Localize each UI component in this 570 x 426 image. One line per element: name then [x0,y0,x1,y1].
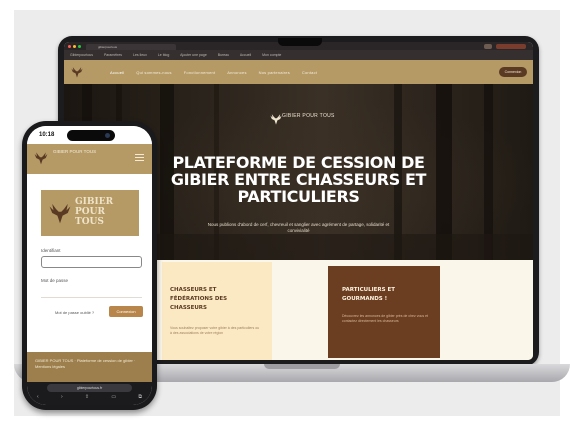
gourmets-card-text: Découvrez les annonces de gibier près de… [342,314,428,323]
bookmark-item[interactable]: Les lieux [133,53,147,57]
bookmark-item[interactable]: Paramètres [104,53,122,57]
extensions-icon[interactable] [484,44,492,49]
bookmark-item[interactable]: Ajouter une page [180,53,207,57]
minimize-window-icon[interactable] [73,45,76,48]
maximize-window-icon[interactable] [78,45,81,48]
profile-button[interactable] [496,44,526,49]
nav-link-about[interactable]: Qui sommes-nous [136,70,171,75]
bookmark-item[interactable]: Mon compte [262,53,281,57]
bookmark-item[interactable]: Gibierpourtous [70,53,93,57]
forward-icon[interactable]: › [61,394,63,400]
gourmets-card[interactable]: PARTICULIERS ET GOURMANDS ! Découvrez le… [328,266,440,358]
nav-link-contact[interactable]: Contact [302,70,317,75]
hunters-card-title: CHASSEURS ET FÉDÉRATIONS DES CHASSEURS [170,287,228,311]
bookmark-item[interactable]: Le blog [158,53,169,57]
laptop-trackpad-lip [264,364,340,369]
phone-footer-text: GIBIER POUR TOUS · Plateforme de cession… [35,358,136,369]
phone-url-field[interactable]: gibierpourtous.fr [47,384,132,392]
hunters-card[interactable]: CHASSEURS ET FÉDÉRATIONS DES CHASSEURS V… [162,262,272,360]
bookmark-item[interactable]: Bureau [218,53,229,57]
nav-link-partners[interactable]: Nos partenaires [259,70,290,75]
deer-logo-icon [270,114,282,125]
laptop-camera-notch [278,38,322,46]
phone-clock: 10:18 [39,132,55,138]
bookmarks-bar: Gibierpourtous Paramètres Les lieux Le b… [64,50,533,60]
password-input[interactable] [41,286,142,298]
hero-subtitle: Nous publions d'abord de cerf, chevreuil… [207,222,390,233]
phone-logo-text: GIBIER POUR TOUS [75,197,114,227]
hero-brand: GIBIER POUR TOUS [282,113,335,119]
hero-title: PLATEFORME DE CESSION DE GIBIER ENTRE CH… [170,153,427,206]
hamburger-menu-icon[interactable] [135,154,144,162]
nav-links: Accueil Qui sommes-nous Fonctionnement A… [110,60,317,84]
close-window-icon[interactable] [68,45,71,48]
deer-logo-icon[interactable] [33,150,49,166]
bookmarks-icon[interactable]: ▭ [111,394,116,400]
phone-status-bar: 10:18 [27,126,152,144]
phone-browser-toolbar: ‹ › ⇪ ▭ ⧉ [37,394,142,400]
phone-site-header: GIBIER POUR TOUS [27,144,152,174]
deer-logo-icon [49,203,71,224]
phone-screen: 10:18 GIBIER POUR TOUS GIBIER POUR TOUS … [27,126,152,405]
phone-header-brand: GIBIER POUR TOUS [53,149,97,154]
front-camera-icon [105,133,110,138]
gourmets-card-title: PARTICULIERS ET GOURMANDS ! [342,287,395,302]
back-icon[interactable]: ‹ [37,394,39,400]
phone-login-button[interactable]: Connexion [109,306,143,317]
tabs-icon[interactable]: ⧉ [138,394,142,400]
nav-link-home[interactable]: Accueil [110,70,124,75]
forgot-password-link[interactable]: Mot de passe oublié ? [55,310,94,315]
browser-tab-title: gibierpourtous [98,45,118,49]
login-button[interactable]: Connexion [499,67,527,77]
username-input[interactable] [41,256,142,268]
hunters-card-text: Vous souhaitez proposer votre gibier à d… [170,326,260,335]
deer-logo-icon[interactable] [70,65,84,79]
password-label: Mot de passe [41,278,69,283]
phone-logo-banner: GIBIER POUR TOUS [41,190,139,236]
nav-link-listings[interactable]: Annonces [227,70,246,75]
username-label: Identifiant [41,248,61,253]
phone-address-bar: gibierpourtous.fr ‹ › ⇪ ▭ ⧉ [27,382,152,405]
nav-link-how-it-works[interactable]: Fonctionnement [184,70,215,75]
site-navigation: Accueil Qui sommes-nous Fonctionnement A… [64,60,533,84]
bookmark-item[interactable]: Accueil [240,53,251,57]
phone-footer: GIBIER POUR TOUS · Plateforme de cession… [27,352,152,382]
share-icon[interactable]: ⇪ [85,394,89,400]
